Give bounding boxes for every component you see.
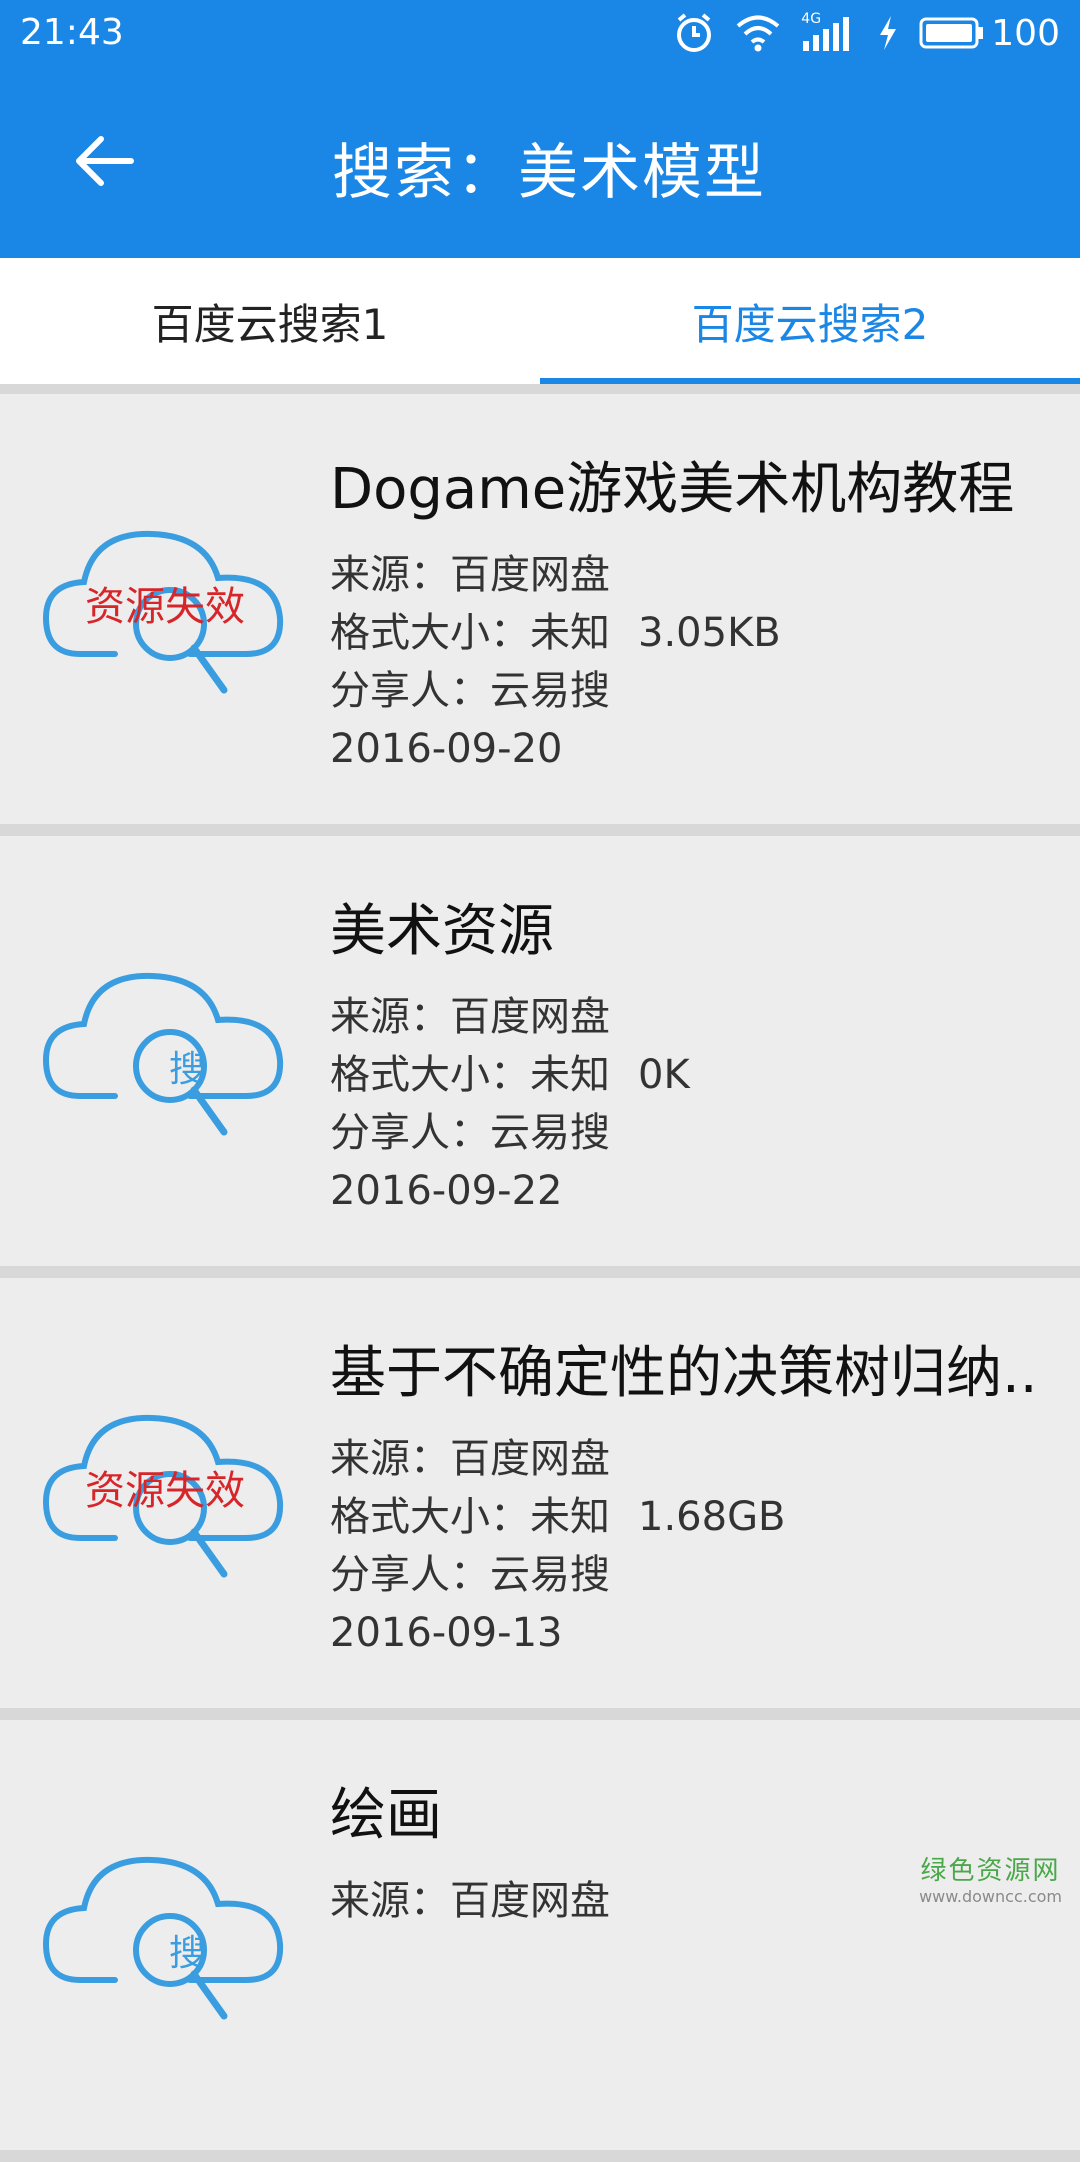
status-bar: 21:43 4G 100: [0, 0, 1080, 66]
app-bar: 搜索：美术模型: [0, 66, 1080, 258]
back-arrow-icon: [76, 136, 134, 186]
tab-baidu-search-1[interactable]: 百度云搜索1: [0, 258, 540, 384]
wifi-icon: [736, 15, 780, 52]
search-badge: 搜: [168, 1049, 205, 1090]
result-date: 2016-09-20: [330, 726, 563, 772]
cloud-search-thumbnail: 搜: [40, 1840, 290, 2040]
result-size-row: 格式大小：未知 3.05KB: [330, 604, 781, 662]
result-size-label: 格式大小：未知: [330, 1052, 610, 1098]
result-title: Dogame游戏美术机构教程: [330, 457, 1015, 522]
result-meta: 来源：百度网盘: [330, 1872, 610, 1930]
cloud-search-thumbnail: 搜: [40, 956, 290, 1156]
cellular-signal-icon: 4G: [801, 11, 857, 53]
battery-indicator: 100: [919, 13, 1060, 54]
list-item[interactable]: 搜 美术资源 来源：百度网盘 格式大小：未知 0K 分享人：云易搜 2016-09…: [0, 836, 1080, 1266]
invalid-resource-badge: 资源失效: [85, 584, 245, 630]
result-size: 1.68GB: [638, 1494, 786, 1540]
result-size-label: 格式大小：未知: [330, 610, 610, 656]
invalid-resource-badge: 资源失效: [85, 1468, 245, 1514]
list-item[interactable]: 资源失效 基于不确定性的决策树归纳.. 来源：百度网盘 格式大小：未知 1.68G…: [0, 1278, 1080, 1708]
cloud-search-thumbnail: 资源失效: [40, 1398, 290, 1598]
tab-baidu-search-2[interactable]: 百度云搜索2: [540, 258, 1080, 384]
result-size-label: 格式大小：未知: [330, 1494, 610, 1540]
result-source: 来源：百度网盘: [330, 1436, 610, 1482]
result-sharer: 分享人：云易搜: [330, 1110, 610, 1156]
charging-icon: [880, 16, 897, 50]
active-tab-indicator: [540, 378, 1080, 384]
battery-level: 100: [991, 12, 1060, 54]
result-sharer: 分享人：云易搜: [330, 1552, 610, 1598]
list-item[interactable]: 搜 绘画 来源：百度网盘: [0, 1720, 1080, 2150]
result-source: 来源：百度网盘: [330, 994, 610, 1040]
result-source: 来源：百度网盘: [330, 552, 610, 598]
result-title: 基于不确定性的决策树归纳..: [330, 1341, 1038, 1406]
watermark-url: www.downcc.com: [919, 1887, 1062, 1906]
result-meta: 来源：百度网盘 格式大小：未知 1.68GB 分享人：云易搜 2016-09-13: [330, 1430, 786, 1662]
back-button[interactable]: [58, 116, 148, 206]
result-source: 来源：百度网盘: [330, 1878, 610, 1924]
result-meta: 来源：百度网盘 格式大小：未知 0K 分享人：云易搜 2016-09-22: [330, 988, 690, 1220]
result-meta: 来源：百度网盘 格式大小：未知 3.05KB 分享人：云易搜 2016-09-20: [330, 546, 781, 778]
cloud-search-thumbnail: 资源失效: [40, 514, 290, 714]
page-title: 搜索：美术模型: [332, 138, 766, 208]
tab-label: 百度云搜索1: [151, 299, 389, 349]
result-title: 美术资源: [330, 899, 554, 964]
result-sharer: 分享人：云易搜: [330, 668, 610, 714]
result-size: 3.05KB: [638, 610, 781, 656]
tab-label: 百度云搜索2: [691, 299, 929, 349]
result-size: 0K: [638, 1052, 690, 1098]
status-icons: 4G 100: [673, 10, 1060, 56]
result-date: 2016-09-13: [330, 1610, 563, 1656]
result-size-row: 格式大小：未知 1.68GB: [330, 1488, 786, 1546]
result-size-row: 格式大小：未知 0K: [330, 1046, 690, 1104]
list-item[interactable]: 资源失效 Dogame游戏美术机构教程 来源：百度网盘 格式大小：未知 3.05K…: [0, 394, 1080, 824]
watermark: 绿色资源网 www.downcc.com: [919, 1850, 1062, 1906]
battery-icon: [919, 17, 984, 49]
status-time: 21:43: [20, 12, 124, 53]
tab-bar: 百度云搜索1 百度云搜索2: [0, 258, 1080, 384]
result-date: 2016-09-22: [330, 1168, 563, 1214]
result-title: 绘画: [330, 1783, 442, 1848]
result-list: 资源失效 Dogame游戏美术机构教程 来源：百度网盘 格式大小：未知 3.05K…: [0, 394, 1080, 2162]
search-badge: 搜: [168, 1933, 205, 1974]
alarm-icon: [677, 13, 712, 52]
watermark-text: 绿色资源网: [920, 1856, 1061, 1886]
